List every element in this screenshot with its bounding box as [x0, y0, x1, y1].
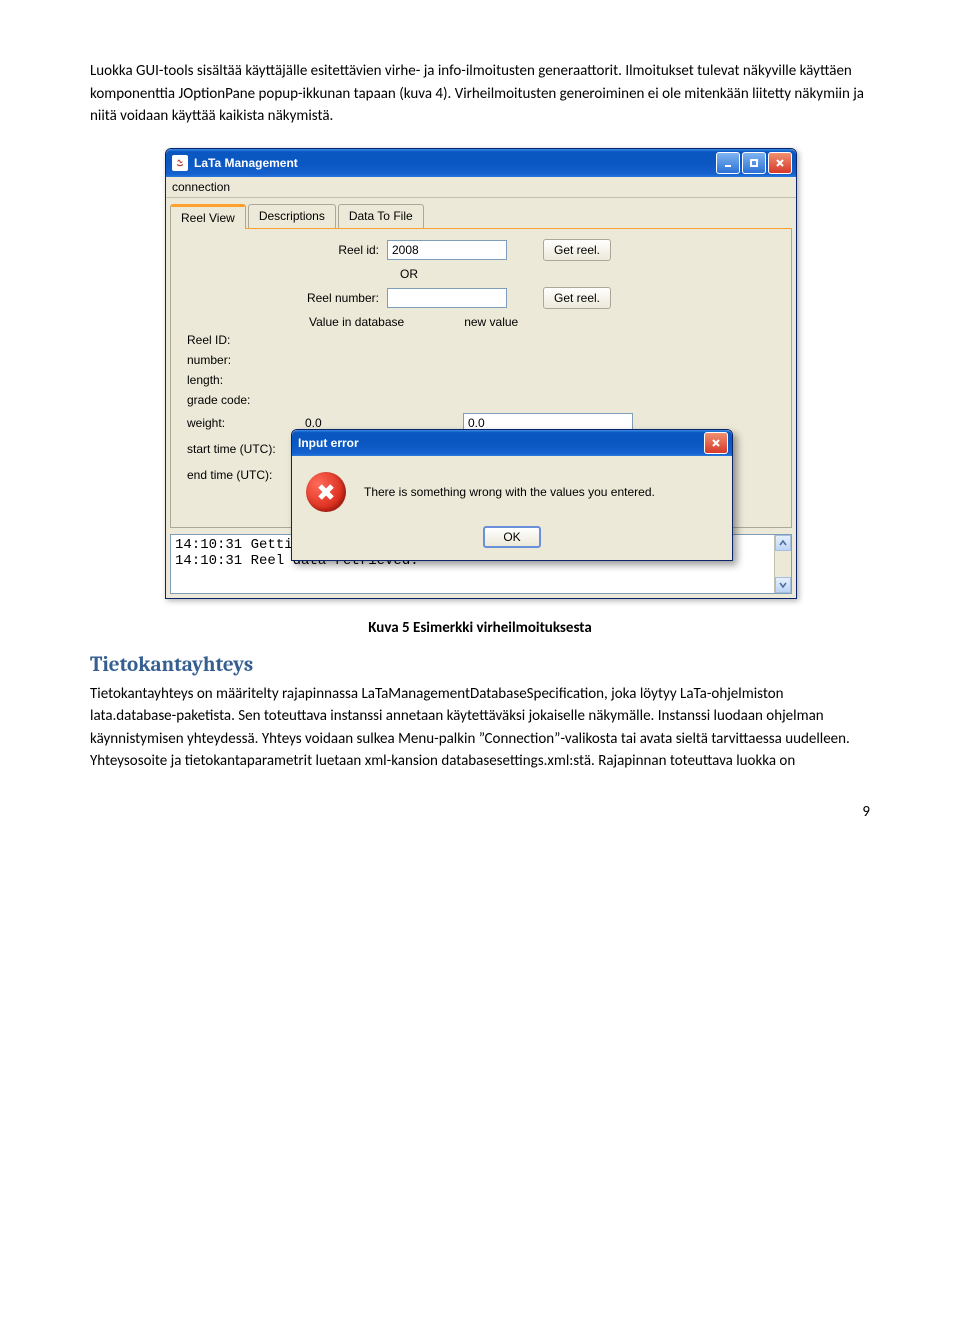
window-title: LaTa Management	[194, 156, 716, 170]
tab-body: Reel id: Get reel. OR Reel number: Get r…	[170, 229, 792, 528]
menubar: connection	[166, 177, 796, 198]
page-number: 9	[90, 803, 870, 821]
or-label: OR	[349, 267, 469, 281]
row-weight-label: weight:	[179, 416, 297, 430]
reel-id-input[interactable]	[387, 240, 507, 260]
row-length-label: length:	[179, 373, 297, 387]
figure-caption: Kuva 5 Esimerkki virheilmoituksesta	[90, 619, 870, 637]
console-scrollbar[interactable]	[774, 535, 791, 593]
row-grade-code-label: grade code:	[179, 393, 297, 407]
tab-reel-view[interactable]: Reel View	[170, 204, 246, 229]
header-db: Value in database	[309, 315, 404, 329]
body-paragraph: Tietokantayhteys on määritelty rajapinna…	[90, 683, 870, 773]
column-headers: Value in database new value	[309, 315, 783, 329]
scroll-down-icon[interactable]	[775, 577, 791, 593]
dialog-ok-button[interactable]: OK	[483, 526, 540, 548]
get-reel-button-2[interactable]: Get reel.	[543, 287, 611, 309]
intro-paragraph: Luokka GUI-tools sisältää käyttäjälle es…	[90, 60, 870, 128]
tab-descriptions[interactable]: Descriptions	[248, 204, 336, 228]
reel-number-input[interactable]	[387, 288, 507, 308]
titlebar: LaTa Management	[166, 149, 796, 177]
scroll-up-icon[interactable]	[775, 535, 791, 551]
section-heading: Tietokantayhteys	[90, 653, 870, 677]
figure-5: LaTa Management connection Reel View Des…	[165, 148, 795, 599]
tab-data-to-file[interactable]: Data To File	[338, 204, 424, 228]
row-reel-id-label: Reel ID:	[179, 333, 297, 347]
dialog-message: There is something wrong with the values…	[364, 485, 655, 499]
error-icon	[306, 472, 346, 512]
dialog-title: Input error	[298, 436, 704, 450]
maximize-button[interactable]	[742, 152, 766, 174]
dialog-close-button[interactable]	[704, 432, 728, 454]
main-window: LaTa Management connection Reel View Des…	[165, 148, 797, 599]
row-number-label: number:	[179, 353, 297, 367]
tabstrip: Reel View Descriptions Data To File	[170, 204, 792, 229]
menu-connection[interactable]: connection	[172, 180, 230, 194]
header-new: new value	[464, 315, 518, 329]
close-button[interactable]	[768, 152, 792, 174]
get-reel-button-1[interactable]: Get reel.	[543, 239, 611, 261]
weight-db-value: 0.0	[305, 416, 455, 430]
java-icon	[172, 155, 188, 171]
reel-id-label: Reel id:	[179, 243, 379, 257]
row-end-time-label: end time (UTC):	[179, 468, 297, 482]
window-buttons	[716, 152, 792, 174]
reel-number-label: Reel number:	[179, 291, 379, 305]
row-start-time-label: start time (UTC):	[179, 442, 297, 456]
error-dialog: Input error There is something wrong wit…	[291, 429, 733, 561]
minimize-button[interactable]	[716, 152, 740, 174]
client-area: Reel View Descriptions Data To File Reel…	[166, 198, 796, 598]
